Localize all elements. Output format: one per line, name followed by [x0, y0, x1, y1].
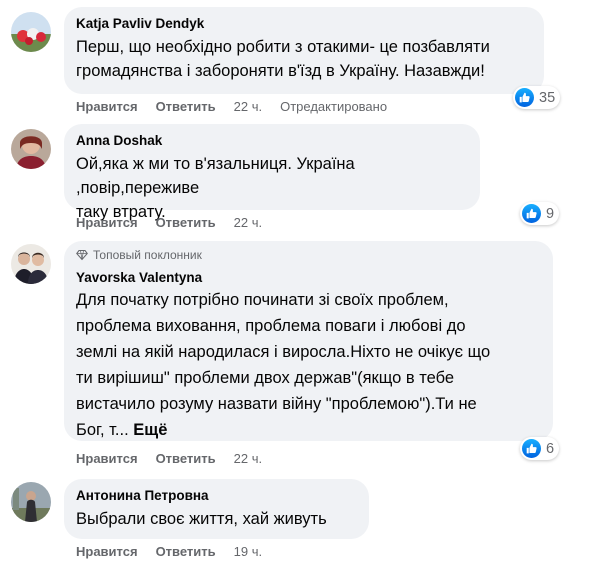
badge-label: Топовый поклонник	[93, 248, 202, 262]
avatar-people-image	[11, 244, 51, 284]
comment-author[interactable]: Антонина Петровна	[76, 487, 357, 504]
edited-label: Отредактировано	[280, 99, 388, 114]
reaction-number: 6	[546, 440, 555, 457]
comment-text-line: Бог, т... Ещё	[76, 417, 541, 443]
reply-button[interactable]: Ответить	[156, 451, 216, 466]
like-reaction-icon	[515, 88, 534, 107]
comment-actions: Нравится Ответить 22 ч.	[76, 215, 280, 230]
reaction-number: 9	[546, 205, 555, 222]
like-button[interactable]: Нравится	[76, 544, 138, 559]
comment-text-line: Перш, що необхідно робити з отакими- це …	[76, 38, 490, 56]
avatar[interactable]	[11, 129, 51, 169]
reply-button[interactable]: Ответить	[156, 99, 216, 114]
avatar[interactable]	[11, 482, 51, 522]
reply-button[interactable]: Ответить	[156, 215, 216, 230]
see-more-link[interactable]: Ещё	[133, 421, 167, 439]
comment-text-truncated: Бог, т...	[76, 421, 129, 439]
like-button[interactable]: Нравится	[76, 215, 138, 230]
comment-actions: Нравится Ответить 22 ч. Отредактировано	[76, 99, 387, 114]
reaction-count[interactable]: 9	[520, 202, 560, 225]
comment-bubble: Anna Doshak Ой,яка ж ми то в'язальниця. …	[64, 124, 480, 221]
timestamp[interactable]: 22 ч.	[234, 451, 262, 466]
comment-text-line: ти вирішиш" проблеми двох держав"(якщо в…	[76, 369, 455, 387]
timestamp[interactable]: 22 ч.	[234, 215, 262, 230]
reaction-count[interactable]: 6	[520, 437, 560, 460]
like-reaction-icon	[522, 439, 541, 458]
reply-button[interactable]: Ответить	[156, 544, 216, 559]
reaction-number: 35	[539, 89, 556, 106]
comment-text-line: Для початку потрібно починати зі своїх п…	[76, 291, 449, 309]
comment-text: Выбрали своє життя, хай живуть	[76, 507, 357, 531]
like-button[interactable]: Нравится	[76, 99, 138, 114]
reaction-count[interactable]: 35	[513, 86, 561, 109]
avatar-woman-image	[11, 129, 51, 169]
comment-text-line: землі на якій народилася і виросла.Ніхто…	[76, 343, 491, 361]
comment-bubble: Антонина Петровна Выбрали своє життя, ха…	[64, 479, 369, 539]
comment-text: Ой,яка ж ми то в'язальниця. Україна ,пов…	[76, 152, 468, 224]
comment-bubble: Katja Pavliv Dendyk Перш, що необхідно р…	[64, 7, 544, 94]
diamond-icon	[76, 249, 88, 261]
comment-author[interactable]: Yavorska Valentyna	[76, 269, 541, 286]
avatar-flowers-image	[11, 12, 51, 52]
comment-bubble: Топовый поклонник Yavorska Valentyna Для…	[64, 241, 553, 441]
comment-text: Перш, що необхідно робити з отакими- це …	[76, 35, 532, 83]
comment-author[interactable]: Anna Doshak	[76, 132, 468, 149]
like-reaction-icon	[522, 204, 541, 223]
comment-actions: Нравится Ответить 22 ч.	[76, 451, 280, 466]
comment-text-line: Выбрали своє життя, хай живуть	[76, 510, 327, 528]
avatar[interactable]	[11, 244, 51, 284]
comment-author[interactable]: Katja Pavliv Dendyk	[76, 15, 532, 32]
comment-text-line: вистачило розуму назвати війну "проблемо…	[76, 395, 477, 413]
like-button[interactable]: Нравится	[76, 451, 138, 466]
comment-text-line: громадянства і забороняти в'їзд в Україн…	[76, 62, 485, 80]
comment-text-line: Ой,яка ж ми то в'язальниця. Україна ,пов…	[76, 155, 355, 197]
top-fan-badge: Топовый поклонник	[76, 247, 541, 263]
comment-actions: Нравится Ответить 19 ч.	[76, 544, 280, 559]
avatar[interactable]	[11, 12, 51, 52]
comment-text: Для початку потрібно починати зі своїх п…	[76, 287, 541, 443]
comment-text-line: проблема виховання, проблема поваги і лю…	[76, 317, 466, 335]
avatar-outdoor-image	[11, 482, 51, 522]
timestamp[interactable]: 19 ч.	[234, 544, 262, 559]
timestamp[interactable]: 22 ч.	[234, 99, 262, 114]
